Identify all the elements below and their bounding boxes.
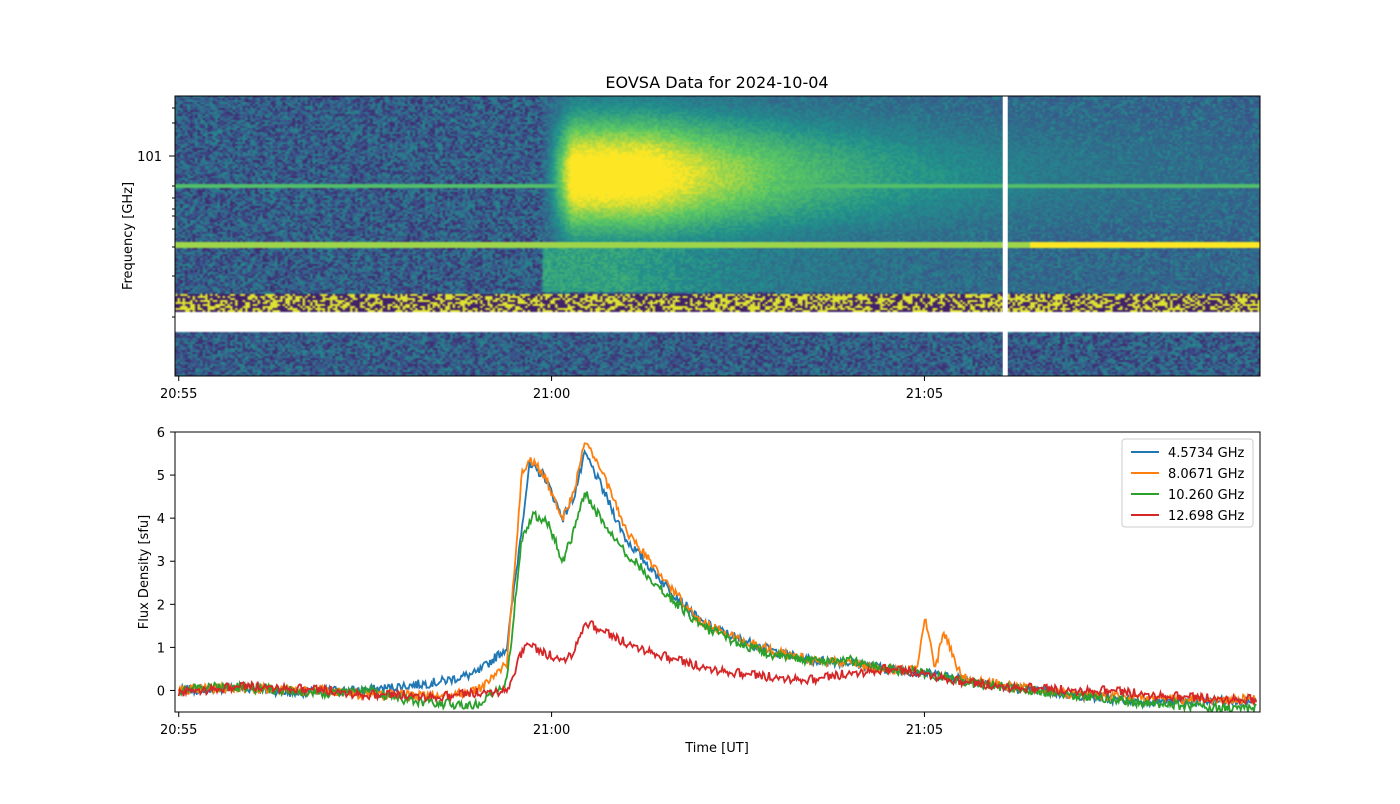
spectrogram-title: EOVSA Data for 2024-10-04	[605, 73, 828, 92]
spectrogram-x-axis: 20:55 21:00 21:05	[160, 376, 943, 402]
y-tick-label: 4	[157, 512, 165, 527]
legend-label: 12.698 GHz	[1168, 509, 1244, 524]
spectrogram-y-axis-label: Frequency [GHz]	[121, 182, 136, 290]
spectrogram-data-gap	[1002, 96, 1008, 376]
spectrogram-y-axis: 101	[137, 107, 175, 318]
series-line-0	[177, 448, 1258, 709]
legend-label: 4.5734 GHz	[1168, 446, 1244, 461]
lightcurve-y-axis-label: Flux Density [sfu]	[137, 515, 152, 629]
x-tick-label: 21:05	[906, 723, 943, 738]
y-tick-label: 101	[137, 150, 162, 165]
spectrogram-panel	[175, 96, 1260, 376]
series-line-1	[177, 442, 1257, 707]
x-tick-label: 20:55	[160, 723, 197, 738]
y-tick-label: 0	[157, 684, 165, 699]
figure-svg: EOVSA Data for 2024-10-04 101 20:55 21:00…	[121, 73, 1261, 756]
y-tick-label: 1	[157, 641, 165, 656]
legend-label: 8.0671 GHz	[1168, 467, 1244, 482]
x-tick-label: 20:55	[160, 387, 197, 402]
x-tick-label: 21:00	[533, 387, 570, 402]
lightcurve-x-axis-label: Time [UT]	[684, 741, 749, 756]
y-tick-label: 2	[157, 598, 165, 613]
lightcurve-x-axis: 20:55 21:00 21:05	[160, 712, 943, 738]
lightcurve-panel	[177, 442, 1258, 712]
y-tick-label: 3	[157, 555, 165, 570]
lightcurve-y-axis: 0 1 2 3 4 5 6	[157, 426, 175, 699]
x-tick-label: 21:00	[533, 723, 570, 738]
spectrogram-image	[175, 96, 1260, 376]
legend-label: 10.260 GHz	[1168, 488, 1244, 503]
y-tick-label: 6	[157, 426, 165, 441]
figure: EOVSA Data for 2024-10-04 101 20:55 21:00…	[0, 0, 1400, 800]
legend: 4.5734 GHz 8.0671 GHz 10.260 GHz 12.698 GHz	[1121, 438, 1254, 528]
y-tick-label: 5	[157, 469, 165, 484]
series-line-2	[178, 491, 1257, 712]
x-tick-label: 21:05	[906, 387, 943, 402]
